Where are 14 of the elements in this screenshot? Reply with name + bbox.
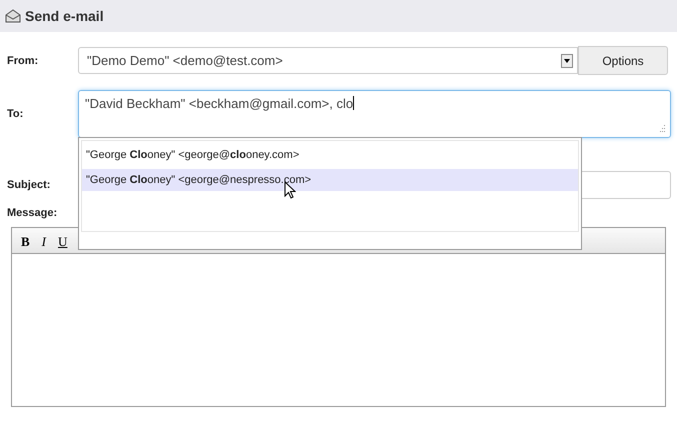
from-select[interactable]: "Demo Demo" <demo@test.com> xyxy=(78,47,578,74)
envelope-icon xyxy=(5,9,21,23)
caret-icon[interactable] xyxy=(561,54,573,68)
to-label: To: xyxy=(7,108,24,120)
options-button[interactable]: Options xyxy=(578,46,668,75)
format-button[interactable]: I xyxy=(38,234,50,250)
from-label: From: xyxy=(7,54,40,66)
format-button[interactable]: U xyxy=(55,234,70,250)
message-label: Message: xyxy=(7,207,58,219)
suggestion-item[interactable]: "George Clooney" <george@nespresso.com> xyxy=(82,169,578,191)
format-button[interactable]: B xyxy=(18,234,33,250)
window-title: Send e-mail xyxy=(25,8,104,24)
subject-label: Subject: xyxy=(7,179,52,191)
suggestion-item[interactable]: "George Clooney" <george@clooney.com> xyxy=(82,144,578,166)
